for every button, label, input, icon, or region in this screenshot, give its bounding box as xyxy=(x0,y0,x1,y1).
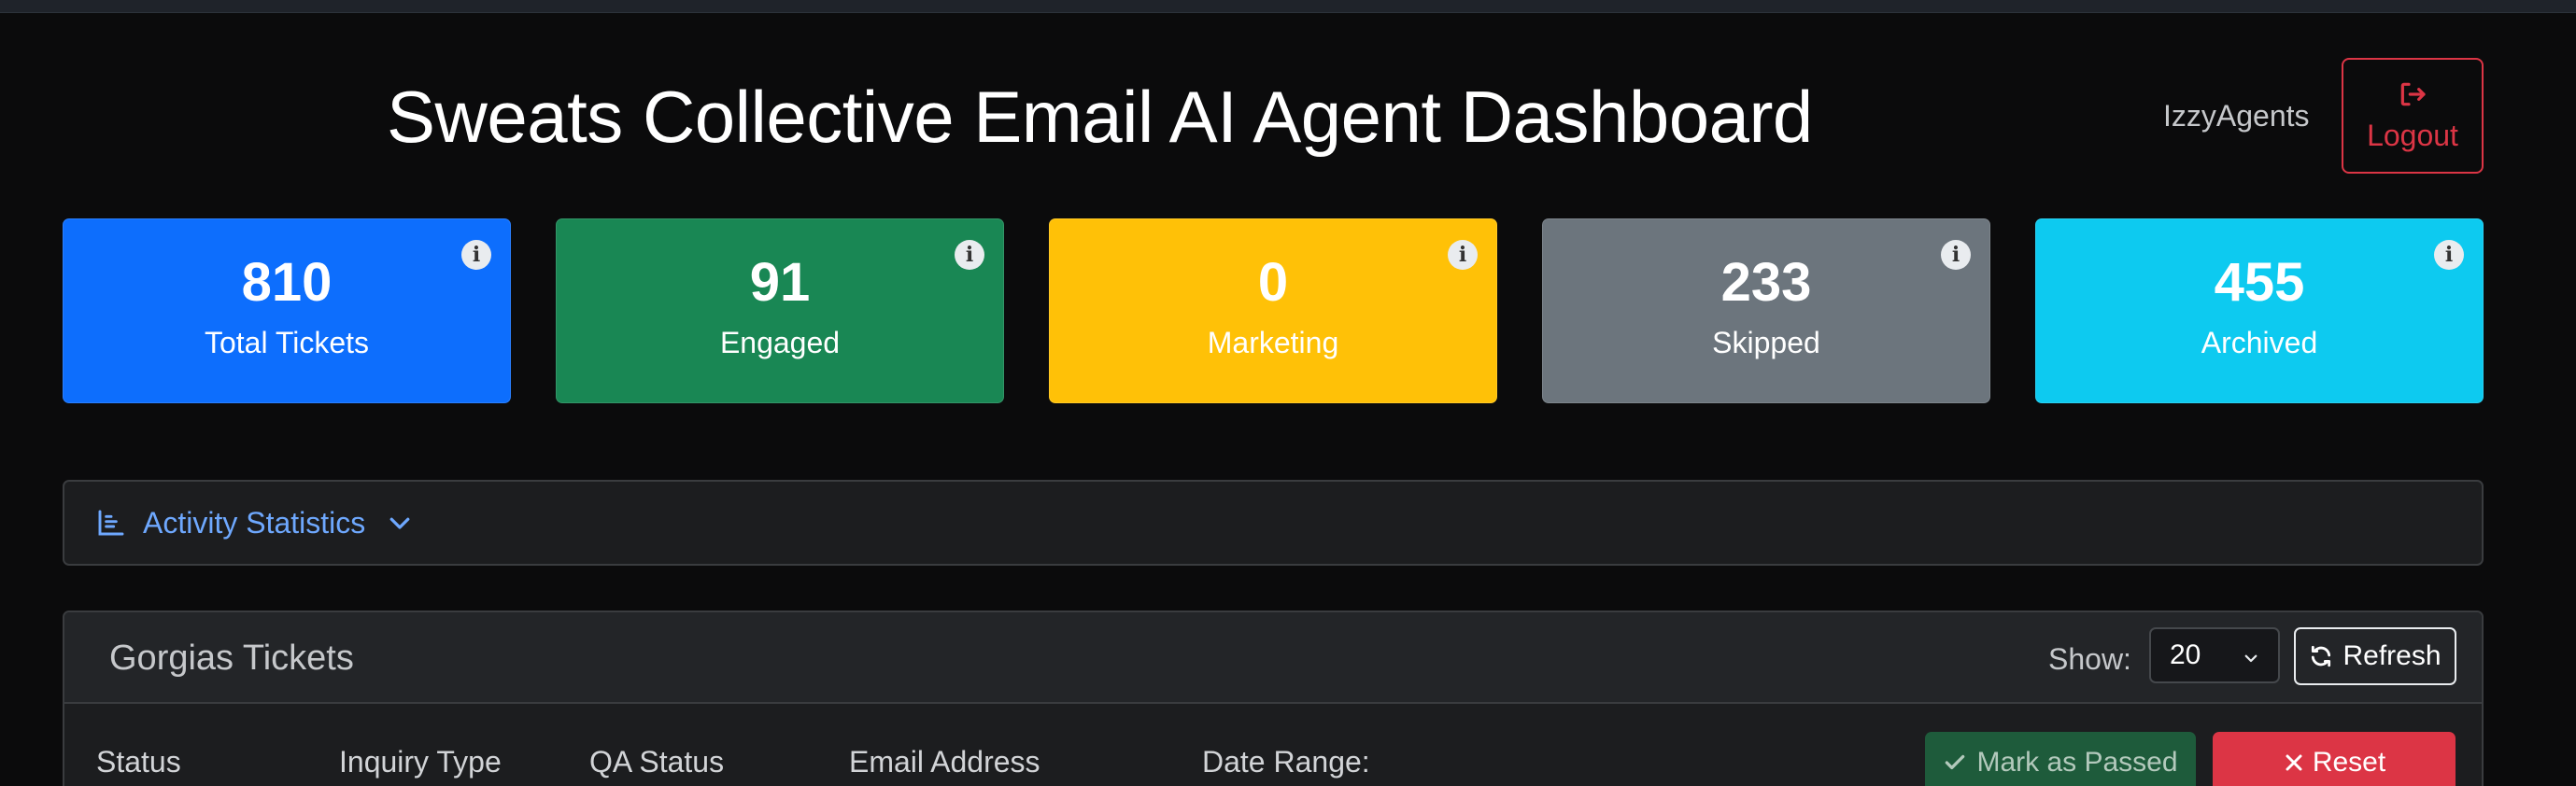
stat-value: 0 xyxy=(1257,252,1289,313)
info-icon[interactable]: i xyxy=(2434,240,2464,270)
tickets-header: Gorgias Tickets Show: 20 Refresh xyxy=(64,612,2482,704)
stat-label: Marketing xyxy=(1207,325,1339,359)
refresh-button[interactable]: Refresh xyxy=(2294,627,2456,685)
stat-value: 233 xyxy=(1720,252,1812,313)
info-icon[interactable]: i xyxy=(1941,240,1971,270)
activity-statistics-toggle[interactable]: Activity Statistics xyxy=(63,480,2484,566)
status-filter-label: Status xyxy=(96,745,181,779)
activity-statistics-label: Activity Statistics xyxy=(143,505,366,540)
user-name: IzzyAgents xyxy=(2163,99,2310,133)
logout-icon xyxy=(2400,82,2426,105)
bar-chart-icon xyxy=(98,510,124,536)
refresh-icon xyxy=(2312,645,2331,667)
chevron-down-icon xyxy=(2244,654,2258,663)
stat-label: Archived xyxy=(2201,325,2318,359)
reset-label: Reset xyxy=(2312,747,2386,778)
stat-card-total-tickets: i 810 Total Tickets xyxy=(63,218,511,403)
stat-card-skipped: i 233 Skipped xyxy=(1542,218,1990,403)
stat-card-marketing: i 0 Marketing xyxy=(1049,218,1497,403)
chevron-down-icon xyxy=(389,517,410,529)
logout-button[interactable]: Logout xyxy=(2342,58,2484,174)
stat-card-archived: i 455 Archived xyxy=(2035,218,2484,403)
stat-value: 455 xyxy=(2214,252,2305,313)
top-bar xyxy=(0,0,2576,13)
stat-label: Engaged xyxy=(719,325,841,359)
qa-status-filter-label: QA Status xyxy=(589,745,725,779)
mark-as-passed-label: Mark as Passed xyxy=(1976,747,2178,778)
info-icon[interactable]: i xyxy=(1448,240,1478,270)
stat-value: 810 xyxy=(241,252,333,313)
page-title: Sweats Collective Email AI Agent Dashboa… xyxy=(387,76,1813,158)
date-range-filter-label: Date Range: xyxy=(1202,745,1370,779)
tickets-panel: Gorgias Tickets Show: 20 Refresh Status … xyxy=(63,611,2484,786)
stat-label: Total Tickets xyxy=(204,325,370,359)
email-address-filter-label: Email Address xyxy=(849,745,1040,779)
check-icon xyxy=(1946,754,1965,770)
logout-label: Logout xyxy=(2367,118,2458,152)
inquiry-type-filter-label: Inquiry Type xyxy=(339,745,502,779)
stat-value: 91 xyxy=(749,252,811,313)
stat-card-engaged: i 91 Engaged xyxy=(556,218,1004,403)
stat-label: Skipped xyxy=(1712,325,1820,359)
info-icon[interactable]: i xyxy=(955,240,984,270)
page-size-value: 20 xyxy=(2170,639,2201,670)
reset-button[interactable]: Reset xyxy=(2213,732,2456,786)
tickets-title: Gorgias Tickets xyxy=(109,639,354,678)
show-label: Show: xyxy=(2048,642,2131,676)
refresh-label: Refresh xyxy=(2342,640,2442,671)
mark-as-passed-button[interactable]: Mark as Passed xyxy=(1925,732,2196,786)
close-icon xyxy=(2286,754,2302,771)
info-icon[interactable]: i xyxy=(461,240,491,270)
page-size-select[interactable]: 20 xyxy=(2149,627,2280,683)
